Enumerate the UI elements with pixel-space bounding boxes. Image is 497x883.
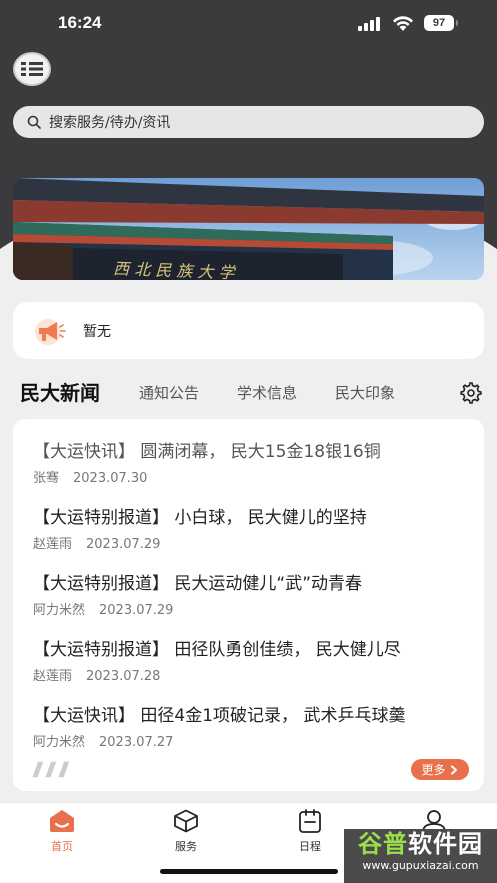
nav-schedule-label: 日程 (299, 840, 321, 853)
university-logo[interactable] (13, 52, 51, 86)
watermark-title-b: 软件园 (408, 830, 483, 858)
news-item[interactable]: 【大运快讯】 田径4金1项破记录， 武术乒乓球羹 阿力米然 2023.07.27 (13, 701, 484, 767)
news-meta: 赵莲雨 2023.07.28 (33, 665, 160, 684)
watermark-title-a: 谷普 (358, 830, 408, 858)
news-meta: 张骞 2023.07.30 (33, 467, 147, 486)
status-bar: 16:24 97 (0, 0, 497, 48)
news-title: 【大运特别报道】 田径队勇创佳绩， 民大健儿尽 (33, 640, 401, 660)
site-watermark: 谷普软件园 www.gupuxiazai.com (344, 829, 497, 883)
logo-emblem-icon (21, 61, 43, 77)
news-item[interactable]: 【大运特别报道】 民大运动健儿“武”动青春 阿力米然 2023.07.29 (13, 569, 484, 635)
nav-services[interactable]: 服务 (156, 809, 216, 854)
news-title: 【大运快讯】 田径4金1项破记录， 武术乒乓球羹 (33, 706, 406, 726)
news-tabs: 民大新闻 通知公告 学术信息 民大印象 (0, 372, 497, 412)
news-title: 【大运特别报道】 民大运动健儿“武”动青春 (33, 574, 363, 594)
calendar-icon (299, 809, 321, 833)
tab-minda-news[interactable]: 民大新闻 (20, 377, 100, 406)
news-author: 阿力米然 (33, 735, 86, 750)
news-date: 2023.07.30 (73, 471, 148, 486)
news-author: 阿力米然 (33, 603, 86, 618)
watermark-title: 谷普软件园 (344, 829, 497, 859)
news-title: 【大运特别报道】 小白球， 民大健儿的坚持 (33, 508, 367, 528)
status-time: 16:24 (58, 13, 102, 32)
nav-services-label: 服务 (175, 840, 197, 853)
page-dots: ▌▌▌ (32, 763, 77, 778)
news-title: 【大运快讯】 圆满闭幕， 民大15金18银16铜 (33, 442, 381, 462)
nav-home[interactable]: 首页 (32, 809, 92, 854)
news-meta: 赵莲雨 2023.07.29 (33, 533, 160, 552)
battery-indicator: 97 (424, 15, 458, 31)
campus-banner-image[interactable]: 西 北 民 族 大 学 (13, 178, 484, 280)
notice-text: 暂无 (83, 323, 111, 340)
chevron-right-icon (450, 765, 457, 774)
news-meta: 阿力米然 2023.07.29 (33, 599, 173, 618)
nav-schedule[interactable]: 日程 (280, 809, 340, 854)
news-author: 张骞 (33, 471, 60, 486)
tab-announcements[interactable]: 通知公告 (139, 382, 199, 403)
search-icon (27, 115, 41, 129)
cube-icon (174, 809, 198, 833)
news-date: 2023.07.29 (99, 603, 174, 618)
home-indicator (160, 869, 338, 874)
news-item[interactable]: 【大运快讯】 圆满闭幕， 民大15金18银16铜 张骞 2023.07.30 (13, 437, 484, 503)
tab-academic-info[interactable]: 学术信息 (237, 382, 297, 403)
news-meta: 阿力米然 2023.07.27 (33, 731, 173, 750)
news-date: 2023.07.28 (86, 669, 161, 684)
news-item[interactable]: 【大运特别报道】 小白球， 民大健儿的坚持 赵莲雨 2023.07.29 (13, 503, 484, 569)
cellular-signal-icon (358, 17, 382, 31)
wifi-icon (393, 16, 413, 31)
home-icon (50, 810, 74, 832)
more-button[interactable]: 更多 (411, 759, 469, 780)
news-date: 2023.07.27 (99, 735, 174, 750)
search-placeholder: 搜索服务/待办/资讯 (49, 115, 171, 131)
search-bar[interactable]: 搜索服务/待办/资讯 (13, 106, 484, 138)
notice-bar[interactable]: 暂无 (13, 302, 484, 359)
svg-text:西 北 民 族 大 学: 西 北 民 族 大 学 (113, 259, 237, 280)
megaphone-icon (35, 318, 66, 345)
news-date: 2023.07.29 (86, 537, 161, 552)
banner-building-illustration: 西 北 民 族 大 学 (13, 178, 484, 280)
tab-minda-impressions[interactable]: 民大印象 (335, 382, 395, 403)
more-label: 更多 (421, 763, 446, 777)
gear-icon[interactable] (460, 382, 482, 404)
news-author: 赵莲雨 (33, 537, 73, 552)
news-item[interactable]: 【大运特别报道】 田径队勇创佳绩， 民大健儿尽 赵莲雨 2023.07.28 (13, 635, 484, 701)
watermark-url: www.gupuxiazai.com (362, 859, 479, 872)
news-list: 【大运快讯】 圆满闭幕， 民大15金18银16铜 张骞 2023.07.30 【大… (13, 419, 484, 791)
nav-home-label: 首页 (51, 840, 73, 853)
news-author: 赵莲雨 (33, 669, 73, 684)
